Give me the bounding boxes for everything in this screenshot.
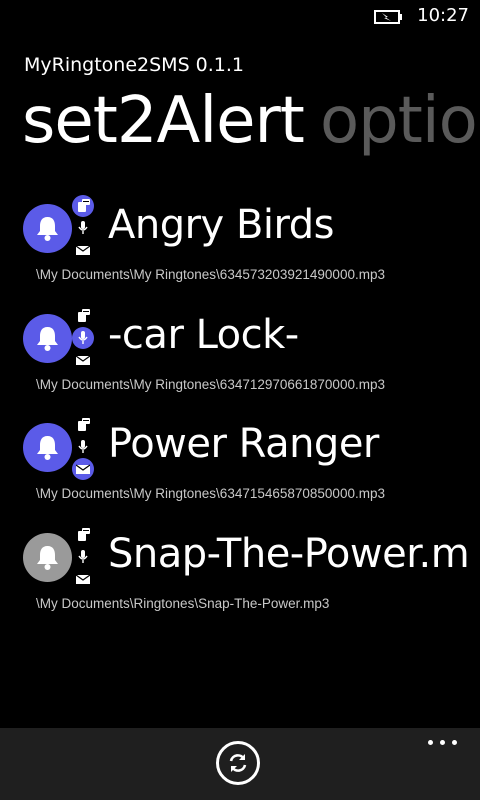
item-title: Angry Birds xyxy=(108,202,334,248)
item-path: \My Documents\Ringtones\Snap-The-Power.m… xyxy=(36,596,330,611)
bell-toggle-button[interactable] xyxy=(23,423,72,472)
pivot-tab-options[interactable]: options xyxy=(320,84,480,158)
battery-charging-icon xyxy=(374,10,402,24)
status-time: 10:27 xyxy=(417,5,469,26)
list-item[interactable]: -car Lock- \My Documents\My Ringtones\634… xyxy=(0,309,480,418)
item-path: \My Documents\My Ringtones\6347154658708… xyxy=(36,486,385,501)
app-bar xyxy=(0,728,480,800)
email-toggle[interactable] xyxy=(72,239,94,261)
more-ellipsis-dot xyxy=(440,740,445,745)
list-item[interactable]: Angry Birds \My Documents\My Ringtones\63… xyxy=(0,195,480,308)
email-toggle[interactable] xyxy=(72,349,94,371)
more-ellipsis-dot xyxy=(452,740,457,745)
email-toggle[interactable] xyxy=(72,458,94,480)
email-toggle[interactable] xyxy=(72,568,94,590)
list-item[interactable]: Power Ranger \My Documents\My Ringtones\6… xyxy=(0,418,480,527)
sms-toggle[interactable] xyxy=(72,305,94,327)
item-title: Snap-The-Power.m xyxy=(108,531,470,577)
item-path: \My Documents\My Ringtones\6345732039214… xyxy=(36,267,385,282)
sms-toggle[interactable] xyxy=(72,195,94,217)
pivot-header: set2Alert options xyxy=(0,84,480,174)
voice-toggle[interactable] xyxy=(72,217,94,239)
refresh-button[interactable] xyxy=(216,741,260,785)
more-ellipsis-icon xyxy=(428,740,433,745)
bell-toggle-button[interactable] xyxy=(23,204,72,253)
bell-toggle-button[interactable] xyxy=(23,533,72,582)
refresh-icon xyxy=(229,754,247,772)
item-title: -car Lock- xyxy=(108,312,299,358)
voice-toggle[interactable] xyxy=(72,327,94,349)
bell-toggle-button[interactable] xyxy=(23,314,72,363)
voice-toggle[interactable] xyxy=(72,546,94,568)
item-title: Power Ranger xyxy=(108,421,379,467)
app-title: MyRingtone2SMS 0.1.1 xyxy=(24,54,245,76)
status-bar: 10:27 xyxy=(0,0,480,32)
pivot-tab-set2alert[interactable]: set2Alert xyxy=(22,84,305,158)
voice-toggle[interactable] xyxy=(72,436,94,458)
sms-toggle[interactable] xyxy=(72,414,94,436)
more-button[interactable] xyxy=(428,736,458,750)
item-path: \My Documents\My Ringtones\6347129706618… xyxy=(36,377,385,392)
sms-toggle[interactable] xyxy=(72,524,94,546)
list-item[interactable]: Snap-The-Power.m \My Documents\Ringtones\… xyxy=(0,528,480,637)
